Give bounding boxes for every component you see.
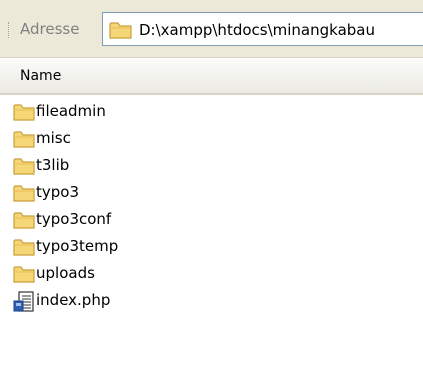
file-name: t3lib (36, 156, 70, 174)
folder-icon (13, 237, 35, 257)
folder-icon (13, 183, 35, 203)
list-item[interactable]: uploads (0, 260, 423, 287)
file-name: uploads (36, 264, 95, 282)
column-header-name[interactable]: Name (20, 68, 61, 84)
file-name: typo3 (36, 183, 80, 201)
list-item[interactable]: typo3conf (0, 206, 423, 233)
column-header-bar: Name (0, 59, 423, 95)
address-path[interactable]: D:\xampp\htdocs\minangkabau (139, 21, 375, 39)
list-item[interactable]: typo3 (0, 179, 423, 206)
folder-icon (13, 129, 35, 149)
explorer-window: Adresse D:\xampp\htdocs\minangkabau Name… (0, 0, 423, 374)
list-item[interactable]: typo3temp (0, 233, 423, 260)
list-item[interactable]: fileadmin (0, 98, 423, 125)
file-name: index.php (36, 291, 111, 309)
list-item[interactable]: index.php (0, 287, 423, 314)
folder-icon (13, 210, 35, 230)
file-name: misc (36, 129, 71, 147)
address-label: Adresse (20, 20, 80, 38)
file-list: fileadmin misc t3lib typo3 typo3conf typ… (0, 98, 423, 314)
file-name: typo3conf (36, 210, 112, 228)
file-name: fileadmin (36, 102, 106, 120)
address-field[interactable]: D:\xampp\htdocs\minangkabau (102, 12, 423, 46)
php-file-icon (13, 291, 35, 312)
file-name: typo3temp (36, 237, 119, 255)
folder-icon (13, 102, 35, 122)
address-bar: Adresse D:\xampp\htdocs\minangkabau (0, 0, 423, 58)
folder-icon (13, 264, 35, 284)
list-item[interactable]: misc (0, 125, 423, 152)
folder-icon (109, 20, 133, 44)
folder-icon (13, 156, 35, 176)
list-item[interactable]: t3lib (0, 152, 423, 179)
toolbar-grip[interactable] (8, 22, 12, 38)
